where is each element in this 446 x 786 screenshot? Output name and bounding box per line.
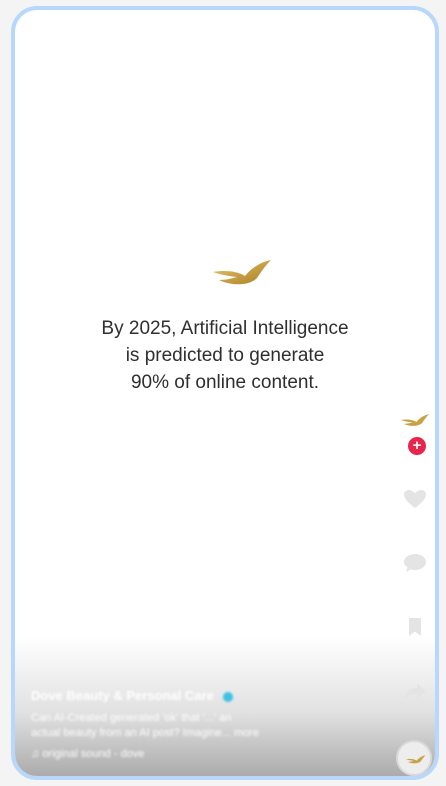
headline-line: By 2025, Artificial Intelligence bbox=[101, 318, 349, 339]
heart-icon bbox=[404, 490, 426, 508]
headline-line: is predicted to generate bbox=[125, 345, 325, 366]
video-caption: Dove Beauty & Personal Care Can AI-Creat… bbox=[31, 688, 361, 762]
share-icon bbox=[404, 683, 426, 700]
phone-frame: By 2025, Artificial Intelligence is pred… bbox=[11, 6, 439, 780]
dove-logo-icon bbox=[405, 755, 426, 764]
dove-logo-icon bbox=[213, 260, 271, 285]
video-headline: By 2025, Artificial Intelligence is pred… bbox=[55, 315, 395, 396]
sound-disc[interactable] bbox=[396, 740, 432, 776]
headline-line: 90% of online content. bbox=[130, 372, 320, 393]
creator-avatar[interactable]: + bbox=[397, 400, 433, 456]
caption-text[interactable]: actual beauty from an AI post? Imagine..… bbox=[31, 726, 361, 741]
comment-icon bbox=[404, 554, 426, 572]
share-button[interactable] bbox=[399, 680, 431, 704]
author-name[interactable]: Dove Beauty & Personal Care bbox=[31, 688, 361, 703]
author-name-text[interactable]: Dove Beauty & Personal Care bbox=[31, 688, 214, 703]
dove-logo-icon bbox=[400, 414, 430, 426]
verified-badge-icon bbox=[223, 691, 234, 702]
like-button[interactable] bbox=[399, 488, 431, 512]
caption-text[interactable]: Can AI-Created generated 'ok' that '...'… bbox=[31, 711, 361, 726]
sound-label[interactable]: ♫ original sound - dove bbox=[31, 747, 361, 762]
bookmark-icon bbox=[409, 618, 421, 636]
follow-plus-icon[interactable]: + bbox=[407, 436, 427, 456]
bookmark-button[interactable] bbox=[399, 616, 431, 640]
comment-button[interactable] bbox=[399, 552, 431, 576]
